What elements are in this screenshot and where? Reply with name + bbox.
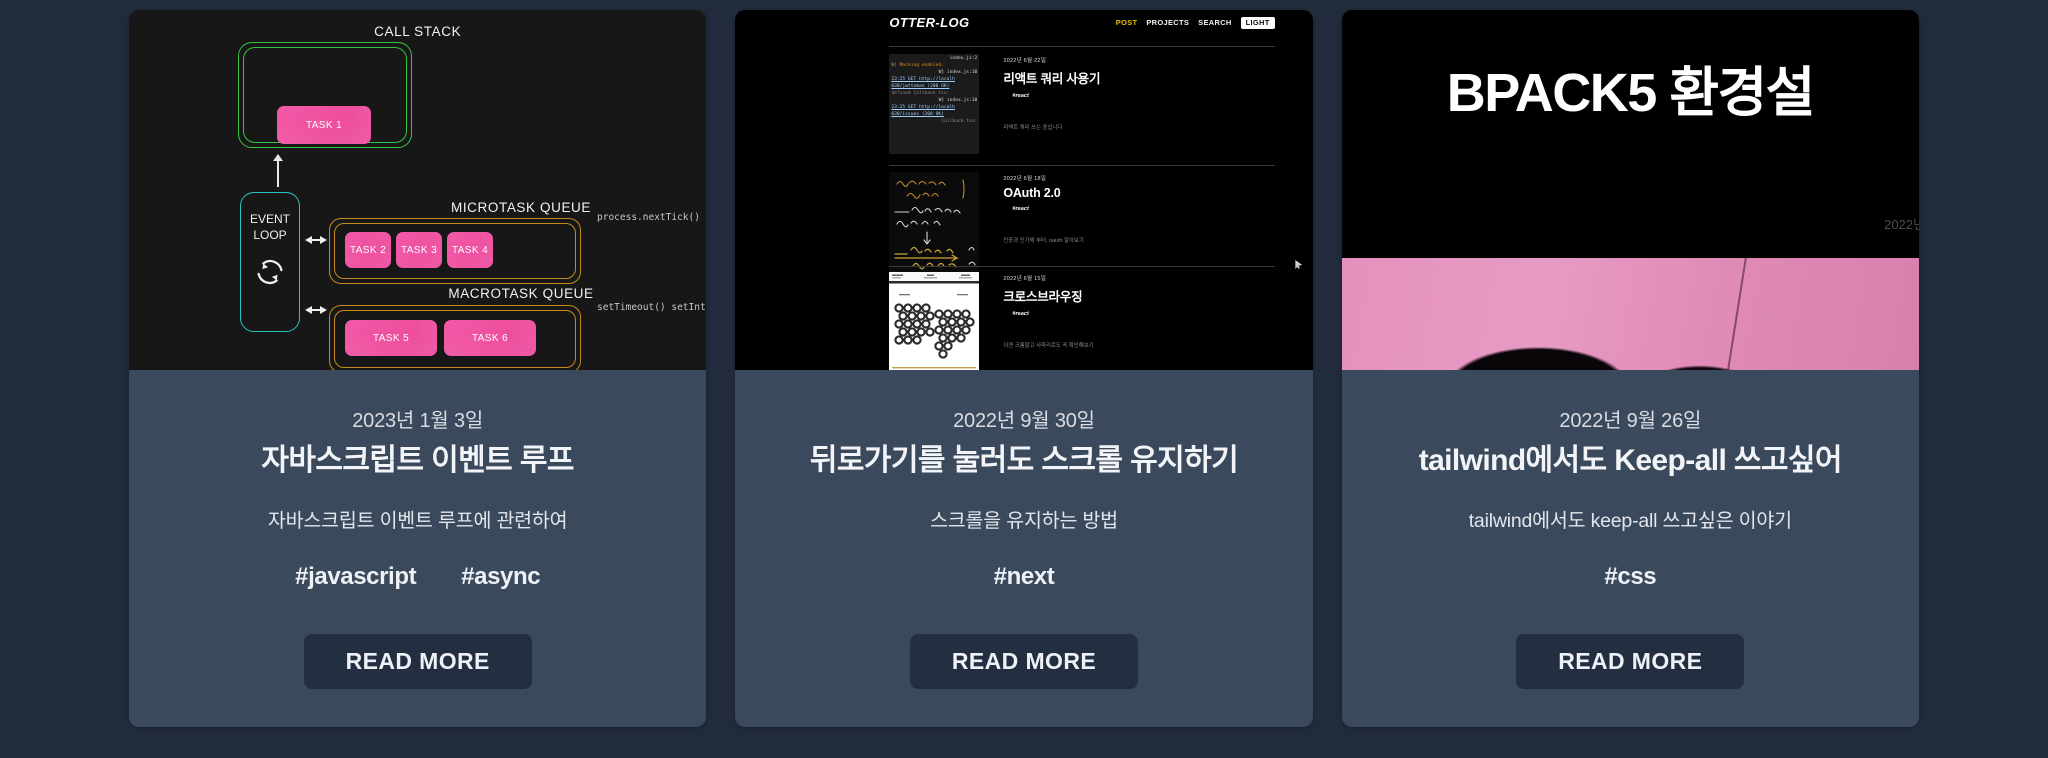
post-title: tailwind에서도 Keep-all 쓰고싶어 (1418, 444, 1843, 477)
console-line: Callback.tsx: (941, 118, 978, 124)
task-block: TASK 1 (277, 106, 371, 144)
console-line: defined Callback.tsx: (891, 90, 950, 96)
console-line: W] Mocking enabled. (891, 62, 944, 68)
console-line: 23:25 GET http://localh (891, 76, 955, 82)
slide-heading: BPACK5 환경설 (1446, 63, 1816, 123)
task-block: TASK 3 (396, 232, 442, 268)
post-subtitle: tailwind에서도 keep-all 쓰고싶은 이야기 (1468, 509, 1792, 532)
post-thumb-handwritten-note (889, 172, 980, 272)
console-line: 030/jwttoken (200 OK) (891, 83, 950, 89)
macrotask-api-list: setTimeout() setInterval() setImmediate(… (597, 302, 706, 313)
post-card-body: 2022년 9월 30일 뒤로가기를 눌러도 스크롤 유지하기 스크롤을 유지하… (735, 370, 1312, 727)
blog-post-tag: #react (1012, 311, 1029, 317)
post-card-body: 2023년 1월 3일 자바스크립트 이벤트 루프 자바스크립트 이벤트 루프에… (129, 370, 706, 727)
blog-post-description: 이젠 크롬말고 사파리로도 꼭 확인해보기 (1003, 343, 1094, 349)
blog-post-title: 크로스브라우징 (1003, 290, 1083, 304)
post-card[interactable]: OTTER-LOG POST PROJECTS SEARCH LIGHT ind… (735, 10, 1313, 727)
nav-item-search: SEARCH (1198, 18, 1232, 27)
blog-post-date: 2022년 6월 15일 (1003, 276, 1047, 282)
slide-photo (1341, 258, 1919, 370)
post-tag-list: #javascript #async (295, 563, 540, 591)
blog-post-title: 리액트 쿼리 사용기 (1003, 72, 1101, 86)
blog-post-description: 인증과 인가에 부터, oauth 알아보기 (1003, 238, 1084, 244)
post-tag[interactable]: #css (1604, 563, 1656, 591)
post-subtitle: 자바스크립트 이벤트 루프에 관련하여 (267, 509, 568, 532)
post-card[interactable]: CALL STACK TASK 1 EVENT LOOP MICROTASK Q… (129, 10, 707, 727)
post-title: 뒤로가기를 눌러도 스크롤 유지하기 (809, 444, 1239, 477)
blog-post-date: 2022년 6월 22일 (1003, 58, 1047, 64)
screenshot-topbar: OTTER-LOG POST PROJECTS SEARCH LIGHT (735, 10, 1312, 35)
post-tag[interactable]: #javascript (295, 563, 416, 591)
console-line: index.js:2 (949, 56, 978, 61)
mouse-cursor-icon (1295, 260, 1303, 269)
console-line: 23:25 GET http://localh (891, 104, 955, 110)
divider (889, 266, 1275, 267)
post-card-grid: CALL STACK TASK 1 EVENT LOOP MICROTASK Q… (0, 0, 2048, 758)
blog-post-row: index.js:2 W] Mocking enabled. W] index.… (889, 54, 1274, 154)
handwriting-sketch (894, 179, 976, 270)
microtask-api-list: process.nextTick() Promise callback asyn… (597, 212, 706, 223)
task-block: TASK 5 (345, 320, 437, 356)
blog-post-description: 리액트 쿼리 쓰는 중입니다 (1003, 125, 1063, 131)
blog-post-meta: 2022년 6월 18일 OAuth 2.0 #react 인증과 인가에 부터… (1003, 172, 1084, 272)
blog-post-tag: #react (1012, 93, 1029, 99)
blog-post-row: 2022년 6월 15일 크로스브라우징 #react 이젠 크롬말고 사파리로… (889, 272, 1274, 370)
up-arrow-icon (274, 154, 282, 187)
event-loop-box: EVENT LOOP (240, 192, 300, 332)
event-loop-label-line1: EVENT (249, 212, 290, 226)
divider (889, 46, 1275, 47)
task-block: TASK 2 (345, 232, 391, 268)
event-loop-label-line2: LOOP (253, 228, 287, 243)
blog-post-meta: 2022년 6월 15일 크로스브라우징 #react 이젠 크롬말고 사파리로… (1003, 272, 1093, 370)
task-block: TASK 4 (447, 232, 493, 268)
post-card-body: 2022년 9월 26일 tailwind에서도 Keep-all 쓰고싶어 t… (1342, 370, 1919, 727)
read-more-button[interactable]: READ MORE (1516, 633, 1745, 689)
site-logo: OTTER-LOG (889, 15, 970, 30)
blog-post-title: OAuth 2.0 (1003, 186, 1061, 200)
task-block: TASK 6 (444, 320, 536, 356)
refresh-cycle-icon (257, 260, 283, 285)
post-date: 2022년 9월 30일 (953, 410, 1095, 432)
post-tag-list: #css (1604, 563, 1656, 591)
post-card[interactable]: BPACK5 환경설 2022년 2022년 9월 26일 tailwind에서… (1341, 10, 1919, 727)
console-line: 030/issues (200 OK) (891, 111, 944, 117)
blog-post-meta: 2022년 6월 22일 리액트 쿼리 사용기 #react 리액트 쿼리 쓰는… (1003, 54, 1100, 154)
read-more-button[interactable]: READ MORE (303, 633, 532, 689)
post-thumbnail-blog-screenshot: OTTER-LOG POST PROJECTS SEARCH LIGHT ind… (735, 10, 1313, 370)
post-tag-list: #next (994, 563, 1055, 591)
blog-post-row: 2022년 6월 18일 OAuth 2.0 #react 인증과 인가에 부터… (889, 172, 1274, 272)
post-subtitle: 스크롤을 유지하는 방법 (930, 509, 1118, 532)
post-date: 2022년 9월 26일 (1559, 410, 1702, 432)
post-tag[interactable]: #next (994, 563, 1055, 591)
post-thumbnail-event-loop: CALL STACK TASK 1 EVENT LOOP MICROTASK Q… (129, 10, 707, 370)
post-thumbnail-slide-photo: BPACK5 환경설 2022년 (1341, 10, 1919, 370)
divider (889, 165, 1275, 166)
post-thumb-circles-grid (889, 272, 980, 370)
post-title: 자바스크립트 이벤트 루프 (261, 444, 574, 477)
console-line: W] index.js:10 (938, 97, 978, 103)
double-arrow-icon (305, 302, 327, 314)
call-stack-label: CALL STACK (374, 24, 462, 39)
post-thumb-console: index.js:2 W] Mocking enabled. W] index.… (889, 54, 980, 154)
circles-grid-graphic (889, 272, 980, 370)
site-nav: POST PROJECTS SEARCH LIGHT (1115, 16, 1275, 29)
blog-post-tag: #react (1012, 206, 1029, 212)
read-more-button[interactable]: READ MORE (909, 633, 1139, 689)
double-arrow-icon (305, 232, 327, 244)
console-line: W] index.js:10 (938, 69, 978, 75)
post-tag[interactable]: #async (461, 563, 540, 591)
blog-post-date: 2022년 6월 18일 (1003, 176, 1047, 182)
macrotask-queue-label: MACROTASK QUEUE (448, 286, 594, 301)
slide-side-text: 2022년 (1884, 217, 1919, 232)
post-date: 2023년 1월 3일 (352, 410, 484, 432)
theme-toggle-light: LIGHT (1240, 16, 1275, 29)
nav-item-post: POST (1115, 18, 1138, 27)
nav-item-projects: PROJECTS (1146, 18, 1190, 27)
